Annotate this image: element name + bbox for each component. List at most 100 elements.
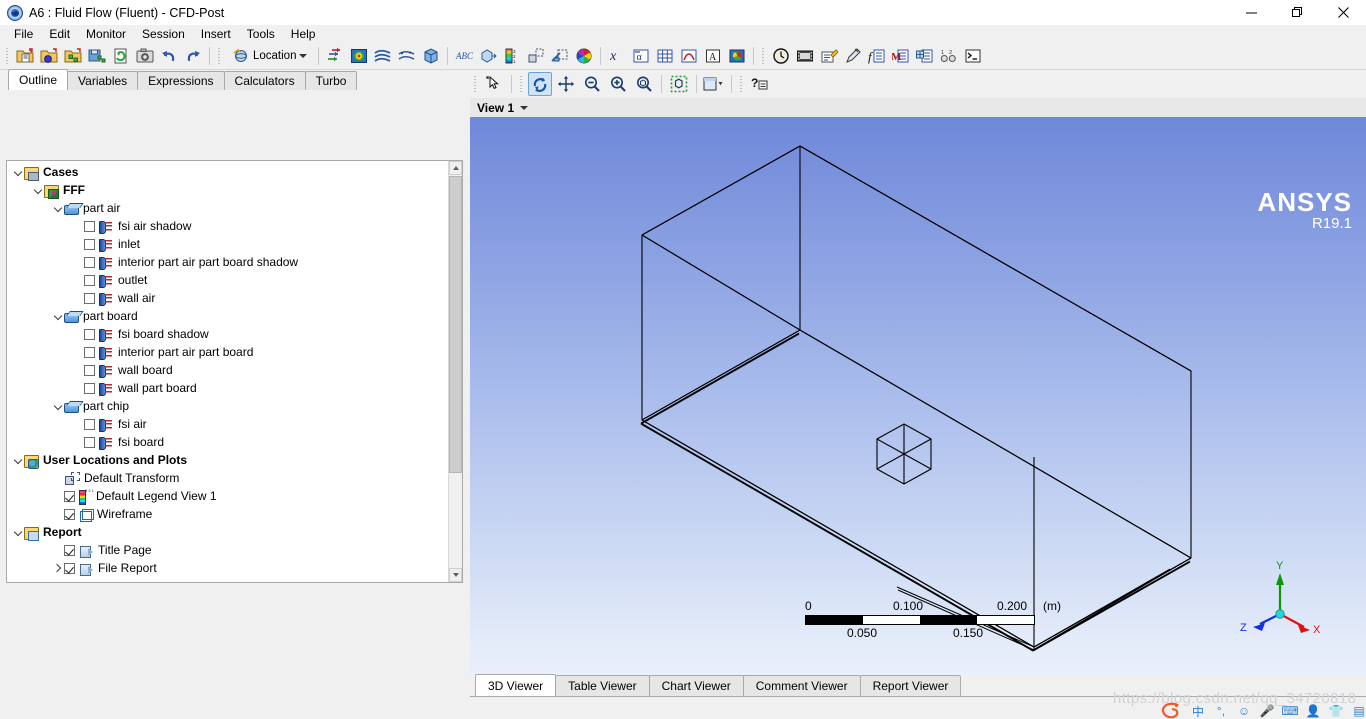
table-button[interactable] [654, 45, 676, 67]
tree-item-report[interactable]: Report [7, 523, 447, 541]
chevron-down-icon[interactable] [520, 105, 529, 110]
tree-item-fsi-board-shadow[interactable]: fsi board shadow [7, 325, 447, 343]
fit-view-button[interactable] [667, 72, 691, 96]
viewer-toolbar-grip[interactable] [472, 74, 479, 94]
tree-checkbox[interactable] [84, 274, 95, 286]
zoom-box-button[interactable] [632, 72, 656, 96]
tree-item-part-board[interactable]: part board [7, 307, 447, 325]
tree-item-default-legend-view-1[interactable]: Default Legend View 1 [7, 487, 447, 505]
tree-checkbox[interactable] [84, 382, 95, 394]
zoom-out-button[interactable] [580, 72, 604, 96]
quantitative-calculator-button[interactable]: 12 [938, 45, 960, 67]
command-editor-button[interactable] [962, 45, 984, 67]
tree-checkbox[interactable] [84, 292, 95, 304]
tree-checkbox[interactable] [64, 544, 75, 556]
tree-item-fsi-air[interactable]: fsi air [7, 415, 447, 433]
tree-checkbox[interactable] [84, 256, 95, 268]
tree-item-wall-board[interactable]: wall board [7, 361, 447, 379]
tree-checkbox[interactable] [84, 436, 95, 448]
scroll-thumb[interactable] [449, 176, 462, 473]
toolbar-grip-3[interactable] [760, 46, 768, 66]
tree-checkbox[interactable] [84, 346, 95, 358]
instance-transform-button[interactable] [525, 45, 547, 67]
tree-item-wireframe[interactable]: Wireframe [7, 505, 447, 523]
streamline-button[interactable] [372, 45, 394, 67]
chart-button[interactable] [678, 45, 700, 67]
scroll-down-icon[interactable] [449, 568, 462, 582]
chevron-down-icon[interactable] [51, 307, 64, 325]
tree-item-interior-part-air-part-board-shadow[interactable]: interior part air part board shadow [7, 253, 447, 271]
tree-item-interior-part-air-part-board[interactable]: interior part air part board [7, 343, 447, 361]
tree-item-part-air[interactable]: part air [7, 199, 447, 217]
menu-session[interactable]: Session [134, 26, 193, 42]
vector-button[interactable] [324, 45, 346, 67]
tree-scrollbar[interactable] [448, 161, 462, 582]
snapshot-button[interactable] [134, 45, 156, 67]
contour-button[interactable] [348, 45, 370, 67]
toolbar-grip-2[interactable] [216, 46, 223, 66]
viewer-toolbar-grip-2[interactable] [518, 74, 525, 94]
function-calculator-button[interactable]: f [866, 45, 888, 67]
zoom-in-button[interactable] [606, 72, 630, 96]
ime-skin-icon[interactable]: 👕 [1329, 704, 1344, 718]
chevron-right-icon[interactable] [51, 559, 64, 577]
timestep-button[interactable] [770, 45, 792, 67]
viewer-toolbar-grip-3[interactable] [738, 74, 745, 94]
tree-item-title-page[interactable]: Title Page [7, 541, 447, 559]
chevron-down-icon[interactable] [11, 163, 24, 181]
load-results-button[interactable] [14, 45, 36, 67]
ime-punctuation-icon[interactable]: °, [1214, 704, 1228, 718]
tab-expressions[interactable]: Expressions [137, 71, 225, 90]
viewer-help-button[interactable]: ? [748, 72, 772, 96]
tree-item-wall-air[interactable]: wall air [7, 289, 447, 307]
viewer-canvas-3d[interactable]: ANSYS R19.1 0 0.100 0.200 (m) 0.050 0.15… [470, 117, 1366, 719]
tab-3d-viewer[interactable]: 3D Viewer [475, 674, 557, 696]
menu-file[interactable]: File [6, 26, 41, 42]
tree-item-part-chip[interactable]: part chip [7, 397, 447, 415]
pan-move-button[interactable] [554, 72, 578, 96]
chevron-down-icon[interactable] [31, 181, 44, 199]
location-dropdown[interactable]: Location [226, 45, 313, 67]
redo-button[interactable] [182, 45, 204, 67]
toolbar-grip[interactable] [4, 46, 11, 66]
menu-monitor[interactable]: Monitor [78, 26, 134, 42]
text-annotation-button[interactable]: A [702, 45, 724, 67]
tree-checkbox[interactable] [64, 490, 75, 502]
minimize-button[interactable] [1228, 0, 1274, 25]
tab-report-viewer[interactable]: Report Viewer [859, 675, 962, 696]
chevron-down-icon[interactable] [51, 397, 64, 415]
tree-checkbox[interactable] [84, 418, 95, 430]
tab-turbo[interactable]: Turbo [304, 71, 358, 90]
chevron-down-icon[interactable] [51, 199, 64, 217]
volume-rendering-button[interactable] [420, 45, 442, 67]
ime-keyboard-icon[interactable]: ⌨ [1281, 704, 1298, 718]
animation-button[interactable] [794, 45, 816, 67]
refresh-button[interactable] [110, 45, 132, 67]
tree-checkbox[interactable] [84, 220, 95, 232]
tab-variables[interactable]: Variables [67, 71, 139, 90]
expression-button[interactable]: x [606, 45, 628, 67]
tree-checkbox[interactable] [84, 364, 95, 376]
tab-outline[interactable]: Outline [8, 69, 69, 90]
load-state-button[interactable] [38, 45, 60, 67]
menu-help[interactable]: Help [283, 26, 324, 42]
variable-button[interactable]: α [630, 45, 652, 67]
tree-checkbox[interactable] [84, 238, 95, 250]
color-legend-button[interactable] [726, 45, 748, 67]
tab-table-viewer[interactable]: Table Viewer [555, 675, 650, 696]
tab-calculators[interactable]: Calculators [223, 71, 306, 90]
ime-toolbox-icon[interactable]: ▤ [1352, 704, 1366, 718]
probe-button[interactable] [842, 45, 864, 67]
mesh-calculator-button[interactable] [914, 45, 936, 67]
tree-checkbox[interactable] [64, 508, 75, 520]
macro-calculator-button[interactable]: M [890, 45, 912, 67]
tree-item-fsi-board[interactable]: fsi board [7, 433, 447, 451]
particle-track-button[interactable] [396, 45, 418, 67]
load-ansys-file-button[interactable] [62, 45, 84, 67]
scroll-up-icon[interactable] [449, 161, 462, 175]
viewer-canvas-wrap[interactable]: ANSYS R19.1 0 0.100 0.200 (m) 0.050 0.15… [470, 117, 1366, 719]
rotate-button[interactable] [528, 72, 552, 96]
coordinate-frame-button[interactable] [477, 45, 499, 67]
ime-toolbar[interactable]: 中 °, ☺ 🎤 ⌨ 👤 👕 ▤ [1160, 702, 1366, 719]
sogou-logo-icon[interactable] [1160, 702, 1182, 719]
